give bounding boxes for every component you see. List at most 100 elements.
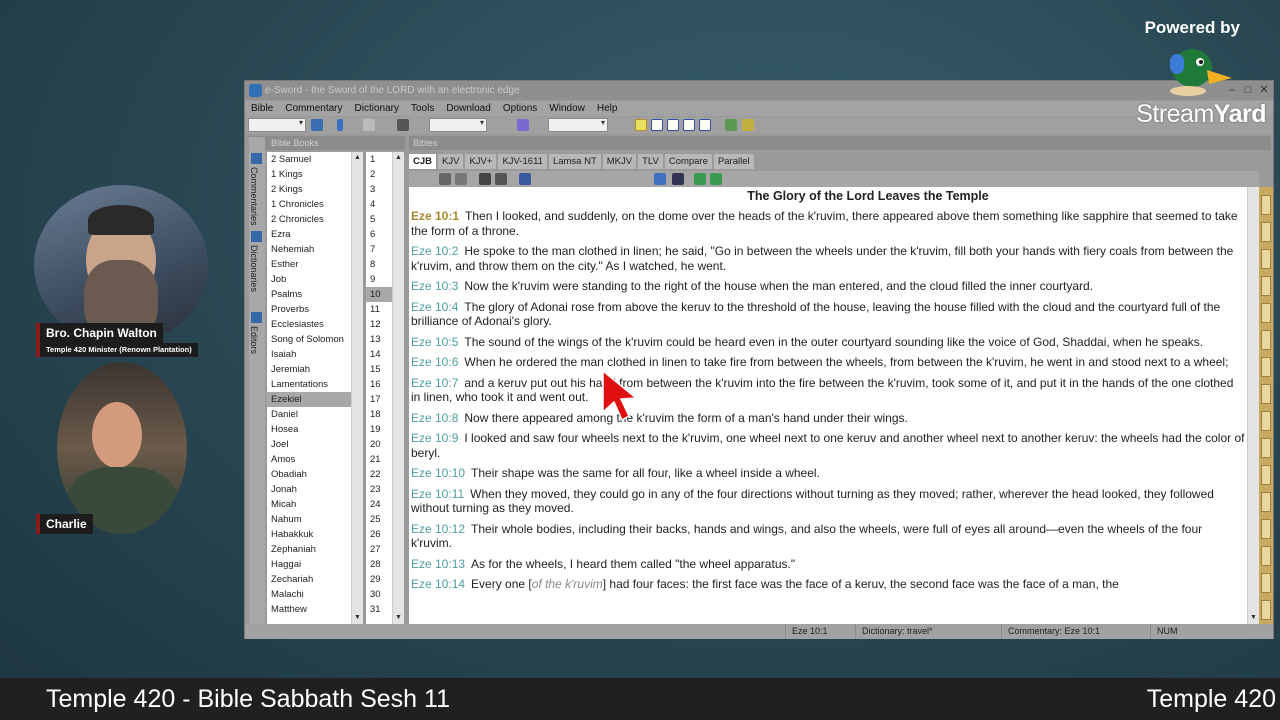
zoom-icon[interactable] — [654, 173, 666, 185]
book-item[interactable]: Obadiah — [267, 467, 351, 482]
image-icon[interactable] — [725, 119, 737, 131]
verse-reference-link[interactable]: Eze 10:5 — [411, 335, 458, 349]
tab-tlv[interactable]: TLV — [638, 154, 663, 169]
book-item[interactable]: Habakkuk — [267, 527, 351, 542]
book-item[interactable]: Ezekiel — [267, 392, 351, 407]
bookmark-icon[interactable] — [1261, 303, 1271, 323]
bookmark-icon[interactable] — [1261, 330, 1271, 350]
layout-c-icon[interactable] — [667, 119, 679, 131]
chapter-item[interactable]: 18 — [366, 407, 392, 422]
book-item[interactable]: Lamentations — [267, 377, 351, 392]
layout-b-icon[interactable] — [651, 119, 663, 131]
scroll-down-icon[interactable]: ▼ — [352, 612, 363, 624]
tab-dictionaries[interactable]: Dictionaries — [249, 231, 265, 292]
chapter-item[interactable]: 4 — [366, 197, 392, 212]
bookmark-icon[interactable] — [1261, 249, 1271, 269]
bookmark-icon[interactable] — [1261, 546, 1271, 566]
book-item[interactable]: Micah — [267, 497, 351, 512]
chapter-item[interactable]: 23 — [366, 482, 392, 497]
book-item[interactable]: Malachi — [267, 587, 351, 602]
verse-reference-link[interactable]: Eze 10:12 — [411, 522, 465, 536]
verse-reference-link[interactable]: Eze 10:6 — [411, 355, 458, 369]
bookmark-icon[interactable] — [1261, 465, 1271, 485]
library-icon[interactable] — [742, 119, 754, 131]
edit-icon[interactable] — [439, 173, 451, 185]
chapter-list[interactable]: 1 2 3 4 5 6 7 8 9 10 11 12 13 14 15 16 17 18 19 20 21 22 23 24 2… — [366, 152, 392, 624]
maximize-button[interactable]: □ — [1241, 83, 1255, 97]
print-icon[interactable] — [455, 173, 467, 185]
commentary-combo[interactable] — [429, 118, 487, 132]
menu-tools[interactable]: Tools — [405, 101, 440, 116]
chapter-item[interactable]: 28 — [366, 557, 392, 572]
book-item[interactable]: Esther — [267, 257, 351, 272]
chapter-item[interactable]: 15 — [366, 362, 392, 377]
sync-forward-icon[interactable] — [710, 173, 722, 185]
bookmark-icon[interactable] — [1261, 600, 1271, 620]
book-item[interactable]: Haggai — [267, 557, 351, 572]
bookmark-icon[interactable] — [1261, 438, 1271, 458]
chapter-item[interactable]: 13 — [366, 332, 392, 347]
book-item[interactable]: Daniel — [267, 407, 351, 422]
book-item[interactable]: 1 Chronicles — [267, 197, 351, 212]
verse-reference-link[interactable]: Eze 10:1 — [411, 209, 459, 223]
verse-reference-link[interactable]: Eze 10:8 — [411, 411, 458, 425]
bookmark-icon[interactable] — [1261, 357, 1271, 377]
tab-parallel[interactable]: Parallel — [713, 154, 754, 169]
tab-lamsa-nt[interactable]: Lamsa NT — [548, 154, 601, 169]
book-item[interactable]: Proverbs — [267, 302, 351, 317]
bible-icon[interactable] — [311, 119, 323, 131]
book-item[interactable]: Jonah — [267, 482, 351, 497]
chapter-item[interactable]: 1 — [366, 152, 392, 167]
chapter-item[interactable]: 29 — [366, 572, 392, 587]
book-item[interactable]: Job — [267, 272, 351, 287]
back-icon[interactable] — [337, 119, 343, 131]
chapter-item[interactable]: 3 — [366, 182, 392, 197]
search-binoculars-icon[interactable] — [397, 119, 409, 131]
chapter-item[interactable]: 22 — [366, 467, 392, 482]
book-item[interactable]: Ezra — [267, 227, 351, 242]
forward-icon[interactable] — [363, 119, 375, 131]
menu-help[interactable]: Help — [591, 101, 624, 116]
tab-editors[interactable]: Editors — [249, 312, 265, 354]
layout-a-icon[interactable] — [635, 119, 647, 131]
chapter-item[interactable]: 27 — [366, 542, 392, 557]
scroll-up-icon[interactable]: ▲ — [352, 152, 363, 164]
copy-icon[interactable] — [495, 173, 507, 185]
close-button[interactable]: ✕ — [1257, 83, 1271, 97]
chapter-item[interactable]: 8 — [366, 257, 392, 272]
chapter-item[interactable]: 30 — [366, 587, 392, 602]
menu-window[interactable]: Window — [543, 101, 591, 116]
chapter-item[interactable]: 24 — [366, 497, 392, 512]
scroll-down-icon[interactable]: ▼ — [393, 612, 404, 624]
bookmark-icon[interactable] — [1261, 519, 1271, 539]
book-item[interactable]: 2 Kings — [267, 182, 351, 197]
book-item[interactable]: Matthew — [267, 602, 351, 617]
bookmark-icon[interactable] — [1261, 222, 1271, 242]
verse-reference-link[interactable]: Eze 10:11 — [411, 487, 464, 501]
verse-reference-link[interactable]: Eze 10:13 — [411, 557, 465, 571]
book-item[interactable]: Nahum — [267, 512, 351, 527]
scroll-down-icon[interactable]: ▼ — [1248, 612, 1259, 624]
book-item[interactable]: 2 Samuel — [267, 152, 351, 167]
book-item[interactable]: Nehemiah — [267, 242, 351, 257]
sync-icon[interactable] — [694, 173, 706, 185]
book-list-scrollbar[interactable]: ▲ ▼ — [351, 152, 363, 624]
chapter-item[interactable]: 2 — [366, 167, 392, 182]
bookmark-strip[interactable] — [1259, 187, 1273, 624]
bible-text-view[interactable]: The Glory of the Lord Leaves the Temple … — [409, 187, 1247, 624]
chapter-item[interactable]: 26 — [366, 527, 392, 542]
chapter-item[interactable]: 17 — [366, 392, 392, 407]
bookmark-icon[interactable] — [1261, 492, 1271, 512]
list-icon[interactable] — [672, 173, 684, 185]
verse-reference-link[interactable]: Eze 10:10 — [411, 466, 465, 480]
chapter-item[interactable]: 14 — [366, 347, 392, 362]
chapter-list-scrollbar[interactable]: ▲ ▼ — [392, 152, 404, 624]
chapter-item[interactable]: 10 — [366, 287, 392, 302]
book-item[interactable]: 2 Chronicles — [267, 212, 351, 227]
book-item[interactable]: Isaiah — [267, 347, 351, 362]
chapter-item[interactable]: 20 — [366, 437, 392, 452]
menu-commentary[interactable]: Commentary — [279, 101, 348, 116]
chapter-item[interactable]: 9 — [366, 272, 392, 287]
tab-kjv-[interactable]: KJV+ — [465, 154, 497, 169]
book-item[interactable]: Zephaniah — [267, 542, 351, 557]
